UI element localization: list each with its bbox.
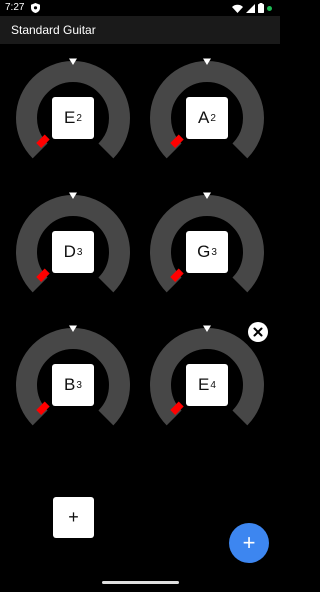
note-name: A [198, 108, 210, 127]
page-title: Standard Guitar [11, 23, 96, 37]
note-name: G [197, 242, 211, 261]
tuner-dial: E4 [147, 325, 267, 445]
tuner-dial: D3 [13, 192, 133, 312]
note-octave: 3 [76, 379, 82, 391]
note-octave: 2 [210, 112, 216, 124]
note-octave: 4 [210, 379, 216, 391]
shield-icon [31, 3, 40, 13]
remove-string-button[interactable] [248, 322, 268, 342]
string-note-button[interactable]: G3 [186, 231, 228, 273]
plus-icon: + [68, 507, 79, 527]
plus-icon: + [242, 530, 256, 555]
string-note-button[interactable]: E2 [52, 97, 94, 139]
note-octave: 3 [76, 246, 83, 258]
add-string-button[interactable]: + [53, 497, 94, 538]
note-name: D [63, 242, 76, 261]
tuner-dial: G3 [147, 192, 267, 312]
string-note-button[interactable]: D3 [52, 231, 94, 273]
app-bar: Standard Guitar [0, 16, 280, 44]
wifi-icon [232, 4, 243, 13]
status-bar: 7:27 [0, 0, 280, 16]
string-note-button[interactable]: B3 [52, 364, 94, 406]
tuner-dial: A2 [147, 58, 267, 178]
note-name: B [64, 375, 76, 394]
string-note-button[interactable]: A2 [186, 97, 228, 139]
gesture-nav-handle[interactable] [102, 581, 179, 584]
tuner-dial: B3 [13, 325, 133, 445]
notification-dot-icon [267, 5, 272, 11]
note-octave: 3 [211, 246, 217, 258]
battery-icon [258, 3, 264, 13]
note-name: E [64, 108, 76, 127]
add-tuning-fab[interactable]: + [229, 523, 269, 563]
status-time: 7:27 [5, 2, 25, 13]
status-icons [232, 3, 272, 13]
note-octave: 2 [76, 112, 82, 124]
signal-icon [246, 3, 255, 13]
string-note-button[interactable]: E4 [186, 364, 228, 406]
tuner-dial: E2 [13, 58, 133, 178]
note-name: E [198, 375, 210, 394]
close-icon [253, 327, 263, 337]
